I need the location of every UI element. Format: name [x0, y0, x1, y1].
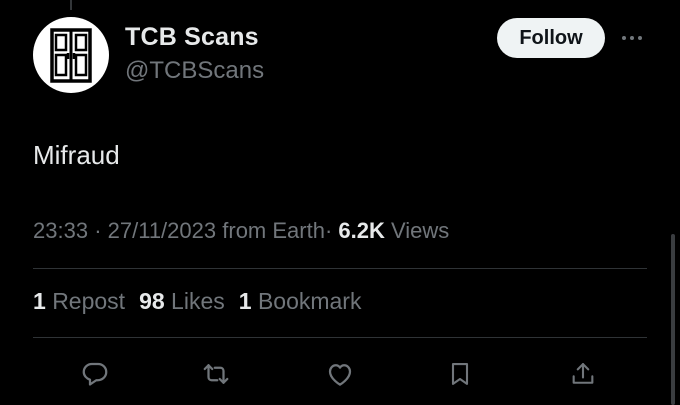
reposts-stat[interactable]: 1 Repost: [33, 288, 125, 314]
divider: [33, 337, 647, 338]
tweet-text: Mifraud: [33, 140, 120, 170]
reply-button[interactable]: [73, 352, 117, 396]
likes-label: Likes: [171, 288, 225, 314]
tweet-meta: 23:33 · 27/11/2023 from Earth· 6.2K View…: [33, 218, 449, 244]
bookmark-button[interactable]: [438, 352, 482, 396]
reposts-count: 1: [33, 288, 46, 314]
follow-button[interactable]: Follow: [497, 18, 605, 58]
bookmarks-label: Bookmark: [257, 288, 362, 314]
bookmarks-stat[interactable]: 1 Bookmark: [239, 288, 362, 314]
reposts-label: Repost: [52, 288, 126, 314]
tweet-source: from Earth: [222, 218, 325, 243]
views-label: Views: [391, 218, 450, 243]
bookmarks-count: 1: [238, 288, 252, 314]
divider: [33, 268, 647, 269]
meta-separator: ·: [94, 218, 102, 243]
like-icon: [328, 364, 352, 386]
more-horizontal-icon: [622, 36, 642, 40]
tweet-date[interactable]: 27/11/2023: [108, 218, 216, 243]
likes-stat[interactable]: 98 Likes: [139, 288, 225, 314]
tweet-stats: 1 Repost 98 Likes 1 Bookmark: [33, 288, 361, 315]
repost-icon: [203, 364, 229, 384]
reply-icon: [82, 362, 108, 386]
author-handle[interactable]: @TCBScans: [125, 57, 264, 85]
more-options-button[interactable]: [618, 28, 646, 48]
repost-button[interactable]: [194, 352, 238, 396]
author-display-name[interactable]: TCB Scans: [125, 23, 259, 52]
meta-separator: ·: [324, 218, 333, 243]
share-icon: [572, 363, 594, 384]
scrollbar[interactable]: [671, 234, 675, 405]
likes-count: 98: [139, 288, 165, 314]
door-logo-icon: [50, 28, 92, 83]
bookmark-icon: [451, 363, 469, 385]
thread-connector-line: [70, 0, 72, 10]
tweet-action-bar: [0, 352, 680, 396]
share-button[interactable]: [561, 352, 605, 396]
tweet-time[interactable]: 23:33: [33, 218, 88, 243]
avatar[interactable]: [33, 17, 109, 93]
like-button[interactable]: [318, 352, 362, 396]
views-count: 6.2K: [338, 218, 385, 243]
